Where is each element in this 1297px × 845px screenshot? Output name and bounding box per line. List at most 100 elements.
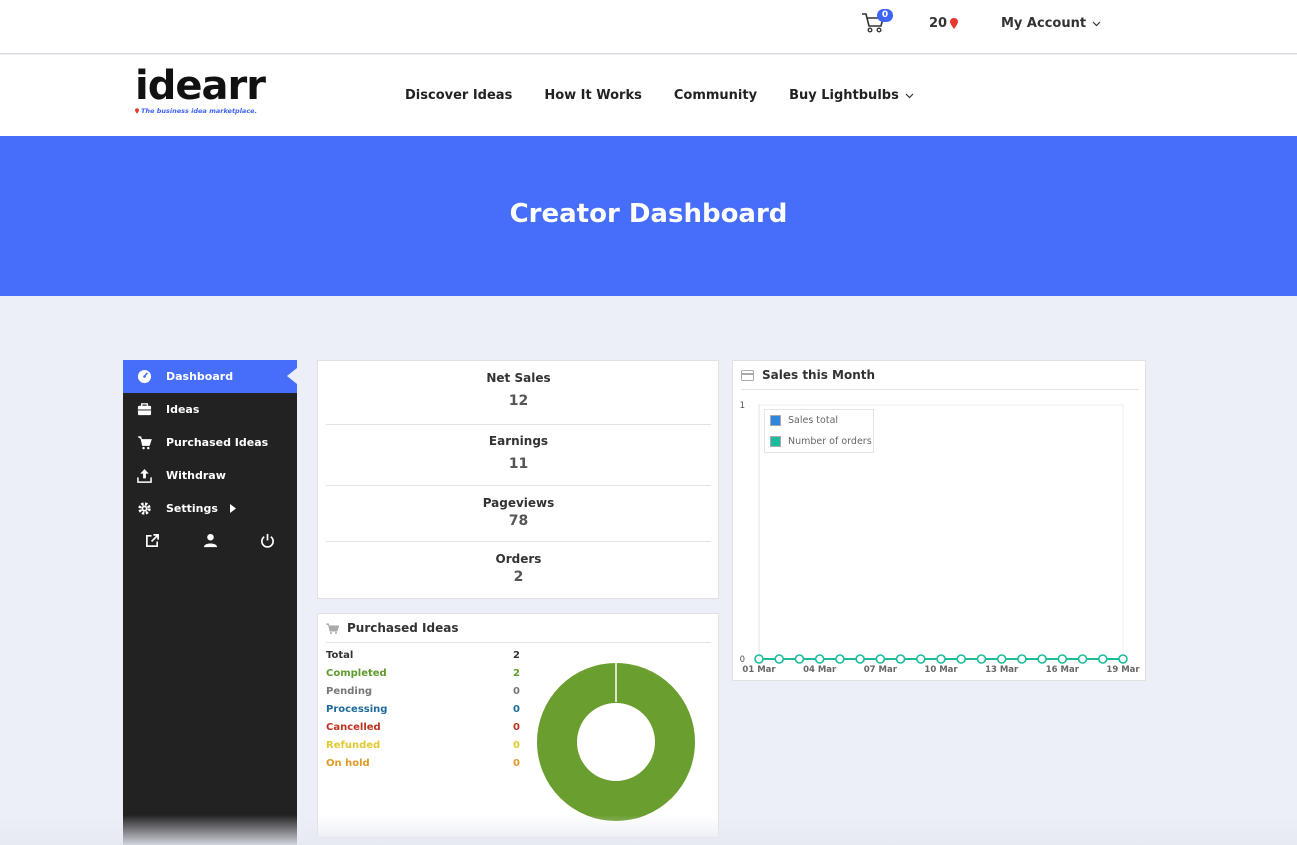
sidebar-item-dashboard[interactable]: Dashboard xyxy=(123,360,297,393)
data-point xyxy=(915,654,926,664)
sidebar-item-label: Dashboard xyxy=(166,370,234,383)
lightbulb-balance[interactable]: 20 xyxy=(929,16,959,31)
nav-community[interactable]: Community xyxy=(674,88,757,103)
data-point xyxy=(1057,654,1068,664)
x-tick-label: 19 Mar xyxy=(1106,665,1140,675)
data-point xyxy=(1037,654,1047,664)
cart-button[interactable]: 0 xyxy=(860,9,893,36)
logo-tagline-text: The business idea marketplace. xyxy=(141,107,258,115)
status-row-on-hold: On hold 0 xyxy=(326,758,520,769)
cart-icon xyxy=(326,623,339,634)
status-row-processing: Processing 0 xyxy=(326,704,520,715)
hero-banner: Creator Dashboard xyxy=(0,136,1297,296)
data-point xyxy=(976,654,987,664)
status-row-total: Total 2 xyxy=(326,650,520,661)
nav-how-it-works-label: How It Works xyxy=(544,88,642,103)
sidebar-item-ideas[interactable]: Ideas xyxy=(123,393,297,426)
purchased-ideas-header: Purchased Ideas xyxy=(326,614,711,643)
legend-swatch xyxy=(770,436,781,447)
data-point xyxy=(936,654,946,664)
status-label: Completed xyxy=(326,668,387,679)
stat-earnings: Earnings 11 xyxy=(326,434,711,472)
status-label: On hold xyxy=(326,758,370,769)
nav-links: Discover Ideas How It Works Community Bu… xyxy=(405,88,946,103)
sales-title: Sales this Month xyxy=(762,368,876,382)
status-value: 0 xyxy=(513,722,520,733)
sidebar-item-withdraw[interactable]: Withdraw xyxy=(123,459,297,492)
nav-discover-ideas[interactable]: Discover Ideas xyxy=(405,88,512,103)
data-point xyxy=(956,654,967,664)
data-point xyxy=(814,654,825,664)
credit-card-icon xyxy=(741,369,754,381)
x-tick-label: 04 Mar xyxy=(803,665,837,675)
divider xyxy=(326,485,711,486)
dashboard-icon xyxy=(137,369,152,384)
nav-discover-ideas-label: Discover Ideas xyxy=(405,88,513,103)
stat-label: Earnings xyxy=(488,434,549,448)
external-link-icon[interactable] xyxy=(145,533,160,548)
cart-count-badge: 0 xyxy=(877,9,893,22)
stat-value: 12 xyxy=(508,393,529,409)
x-tick-label: 16 Mar xyxy=(1046,665,1080,675)
gear-icon xyxy=(138,502,151,515)
idearr-logo[interactable]: idearr The business idea marketplace. xyxy=(135,63,270,119)
status-row-cancelled: Cancelled 0 xyxy=(326,722,520,733)
stat-value: 78 xyxy=(508,513,529,529)
chevron-down-icon xyxy=(1092,21,1101,26)
lightbulb-count: 20 xyxy=(929,16,948,31)
x-tick-label: 07 Mar xyxy=(864,665,898,675)
data-point xyxy=(996,654,1007,664)
status-value: 2 xyxy=(513,668,520,679)
dashboard-sidebar: Dashboard Ideas Purchased Ideas Withdraw… xyxy=(123,360,297,845)
sidebar-item-settings[interactable]: Settings xyxy=(123,492,297,525)
purchased-ideas-card: Purchased Ideas Total 2 Completed 2 Pending 0… xyxy=(317,613,719,838)
sidebar-item-label: Withdraw xyxy=(166,469,226,482)
status-value: 0 xyxy=(513,740,520,751)
status-label: Total xyxy=(326,650,354,661)
legend-label: Number of orders xyxy=(788,436,872,447)
nav-community-label: Community xyxy=(673,88,758,103)
sidebar-item-purchased-ideas[interactable]: Purchased Ideas xyxy=(123,426,297,459)
stat-orders: Orders 2 xyxy=(326,552,711,585)
my-account-label: My Account xyxy=(1001,16,1087,31)
chevron-down-icon xyxy=(905,93,914,98)
legend-swatch xyxy=(770,415,781,426)
nav-buy-lightbulbs-label: Buy Lightbulbs xyxy=(789,88,899,103)
sales-header: Sales this Month xyxy=(741,361,1139,390)
lightbulb-icon xyxy=(950,18,959,29)
briefcase-icon xyxy=(137,403,152,416)
page-title: Creator Dashboard xyxy=(509,199,788,229)
data-point xyxy=(794,654,805,664)
status-value: 2 xyxy=(513,650,520,661)
status-row-pending: Pending 0 xyxy=(326,686,520,697)
status-value: 0 xyxy=(513,686,520,697)
nav-how-it-works[interactable]: How It Works xyxy=(544,88,642,103)
cart-icon xyxy=(137,436,152,450)
logo-wordmark: idearr xyxy=(135,63,266,109)
data-point xyxy=(875,654,886,664)
user-icon[interactable] xyxy=(203,533,218,548)
my-account-menu[interactable]: My Account xyxy=(1001,16,1101,31)
status-label: Processing xyxy=(326,704,388,715)
legend-item-number-of-orders[interactable]: Number of orders xyxy=(765,431,873,452)
status-label: Refunded xyxy=(326,740,381,751)
y-tick-label: 0 xyxy=(740,655,745,665)
legend-label: Sales total xyxy=(788,415,839,426)
sidebar-item-label: Settings xyxy=(166,502,218,515)
nav-buy-lightbulbs[interactable]: Buy Lightbulbs xyxy=(789,88,914,103)
power-icon[interactable] xyxy=(260,533,275,548)
status-row-completed: Completed 2 xyxy=(326,668,520,679)
stat-value: 2 xyxy=(513,569,524,585)
status-value: 0 xyxy=(513,704,520,715)
purchased-donut-chart xyxy=(537,662,695,821)
stat-pageviews: Pageviews 78 xyxy=(326,496,711,529)
top-utility-bar: 0 20 My Account xyxy=(0,0,1297,54)
data-point xyxy=(774,654,785,664)
main-navigation: idearr The business idea marketplace. Di… xyxy=(0,55,1297,136)
legend-item-sales-total[interactable]: Sales total xyxy=(765,410,873,431)
stat-label: Pageviews xyxy=(482,496,555,510)
data-point xyxy=(1017,654,1027,664)
data-point xyxy=(1077,654,1088,664)
stats-card: Net Sales 12 Earnings 11 Pageviews 78 Or… xyxy=(317,360,719,599)
data-point xyxy=(1097,654,1108,664)
